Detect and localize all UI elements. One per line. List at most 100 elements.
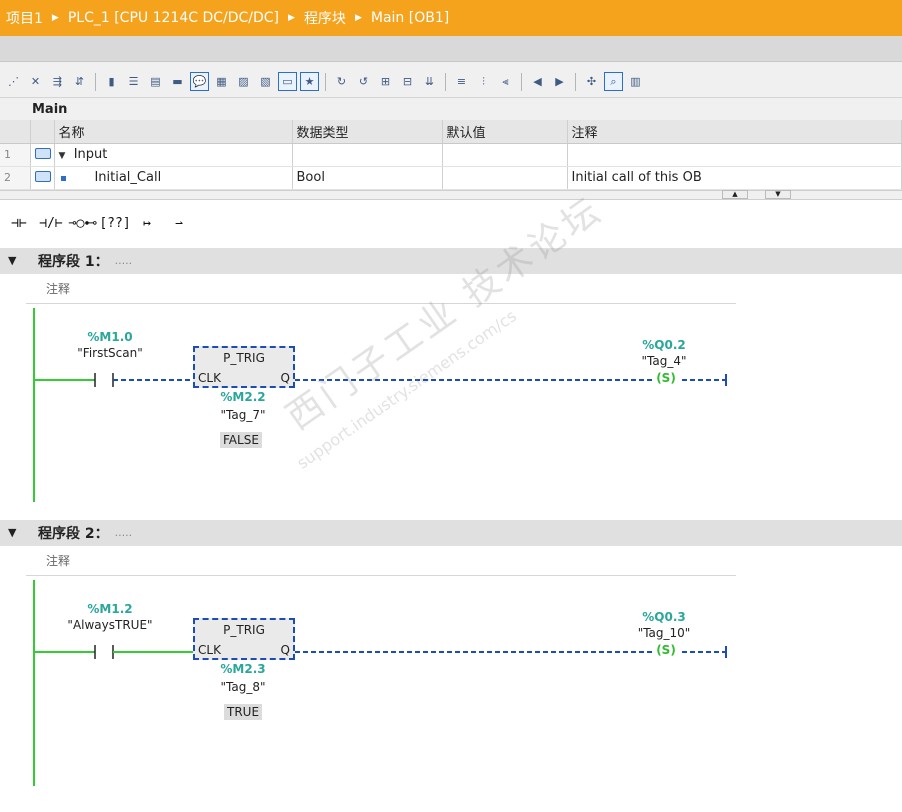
set-coil-icon[interactable]: (S): [648, 371, 684, 385]
row-type[interactable]: [292, 143, 443, 167]
collapse-triangle-icon[interactable]: ▼: [0, 526, 38, 539]
row-number: 1: [0, 143, 31, 167]
box-input-label: CLK: [198, 642, 221, 657]
go-to-icon[interactable]: ⊟: [398, 72, 417, 91]
table-row[interactable]: 1 ▼ Input: [0, 143, 902, 167]
network-2-title: 程序段 2：: [38, 525, 109, 542]
insert-network-icon[interactable]: ⇶: [48, 72, 67, 91]
expand-all-icon[interactable]: ☰: [124, 72, 143, 91]
symbol-icon[interactable]: ↻: [332, 72, 351, 91]
row-type[interactable]: Bool: [292, 166, 443, 190]
jump-icon[interactable]: ⇊: [420, 72, 439, 91]
column-comment[interactable]: 注释: [567, 120, 902, 144]
nc-contact-icon[interactable]: ⊣/⊢: [36, 209, 66, 239]
insert-row-icon[interactable]: ⋰: [4, 72, 23, 91]
close-branch-icon[interactable]: ⇀: [164, 209, 194, 239]
delete-row-icon[interactable]: ✕: [26, 72, 45, 91]
network-2-body: %M1.2 "AlwaysTRUE" P_TRIG CLK Q %M2.3 "T…: [0, 576, 902, 792]
block-interface-table: 名称 数据类型 默认值 注释 1 ▼ Input 2 Initial_Call …: [0, 120, 902, 190]
column-data-type[interactable]: 数据类型: [292, 120, 443, 144]
breadcrumb-project[interactable]: 项目1: [6, 8, 43, 28]
splitter-up-icon[interactable]: ▲: [722, 189, 748, 199]
monitor-value-icon[interactable]: ⫷: [496, 72, 515, 91]
upload-icon[interactable]: ▧: [256, 72, 275, 91]
p-trig-box[interactable]: P_TRIG CLK Q: [193, 617, 295, 660]
row-name: Input: [73, 147, 108, 162]
interface-input-icon: [34, 148, 51, 159]
move-icon[interactable]: ▮: [102, 72, 121, 91]
set-coil-icon[interactable]: (S): [648, 643, 684, 657]
table-row[interactable]: 2 Initial_Call Bool Initial call of this…: [0, 166, 902, 190]
collapse-triangle-icon[interactable]: ▼: [0, 254, 38, 267]
collapse-triangle-icon[interactable]: ▼: [59, 151, 66, 161]
splitter[interactable]: ▲ ▼: [0, 189, 902, 200]
interface-input-icon: [34, 171, 51, 182]
watch-on-icon[interactable]: ⫶: [474, 72, 493, 91]
contact-symbol[interactable]: "FirstScan": [60, 346, 160, 360]
network-1-header[interactable]: ▼ 程序段 1： .....: [0, 247, 902, 274]
column-default[interactable]: 默认值: [442, 120, 568, 144]
box-address: %M2.3: [220, 661, 266, 676]
extension-icon[interactable]: ✣: [582, 72, 601, 91]
coil-label: S: [661, 370, 671, 385]
row-comment[interactable]: Initial call of this OB: [567, 166, 902, 190]
column-name[interactable]: 名称: [54, 120, 293, 144]
absolute-address-icon[interactable]: ▬: [168, 72, 187, 91]
lad-instruction-bar: ⊣⊢ ⊣/⊢ ⊸◯⊷ [??] ↦ ⇀: [0, 199, 902, 248]
network-comment-icon[interactable]: ▭: [278, 72, 297, 91]
network-2-title-dots: .....: [114, 526, 133, 539]
collapse-all-icon[interactable]: ▤: [146, 72, 165, 91]
box-symbol[interactable]: "Tag_8": [203, 680, 283, 694]
go-forward-icon[interactable]: ▶: [550, 72, 569, 91]
box-address: %M2.2: [220, 389, 266, 404]
open-branch-icon[interactable]: ↦: [132, 209, 162, 239]
chevron-right-icon: ▶: [354, 13, 362, 23]
splitter-down-icon[interactable]: ▼: [765, 189, 791, 199]
compare-icon[interactable]: ⊞: [376, 72, 395, 91]
box-name: P_TRIG: [223, 622, 265, 637]
row-default[interactable]: [442, 143, 568, 167]
coil-symbol[interactable]: "Tag_4": [624, 354, 704, 368]
coil-symbol[interactable]: "Tag_10": [624, 626, 704, 640]
go-back-icon[interactable]: ◀: [528, 72, 547, 91]
row-number: 2: [0, 166, 31, 190]
chevron-right-icon: ▶: [51, 13, 59, 23]
no-contact-icon[interactable]: ⊣⊢: [4, 209, 34, 239]
favorites-icon[interactable]: ▦: [212, 72, 231, 91]
network-1-comment[interactable]: 注释: [26, 274, 736, 304]
box-symbol[interactable]: "Tag_7": [203, 408, 283, 422]
comment-icon[interactable]: 💬: [190, 72, 209, 91]
box-input-label: CLK: [198, 370, 221, 385]
monitor-icon[interactable]: ↺: [354, 72, 373, 91]
network-2-comment[interactable]: 注释: [26, 546, 736, 576]
toolbar-separator: [325, 72, 326, 91]
contact-address: %M1.2: [87, 601, 133, 616]
download-icon[interactable]: ▨: [234, 72, 253, 91]
delete-network-icon[interactable]: ⇵: [70, 72, 89, 91]
breadcrumb-program-blocks[interactable]: 程序块: [304, 8, 346, 28]
row-comment[interactable]: [567, 143, 902, 167]
coil-label: S: [661, 642, 671, 657]
monitoring-on-off-icon[interactable]: ⌕: [604, 72, 623, 91]
network-1-title: 程序段 1：: [38, 253, 109, 270]
breadcrumb-main[interactable]: Main [OB1]: [371, 10, 449, 26]
empty-box-icon[interactable]: [??]: [99, 209, 130, 239]
p-trig-box[interactable]: P_TRIG CLK Q: [193, 345, 295, 388]
row-default[interactable]: [442, 166, 568, 190]
network-1-title-dots: .....: [114, 254, 133, 267]
tab-strip: [0, 36, 902, 62]
table-header-row: 名称 数据类型 默认值 注释: [0, 120, 902, 144]
breadcrumb-plc[interactable]: PLC_1 [CPU 1214C DC/DC/DC]: [68, 10, 279, 26]
editor-toolbar: ⋰ ✕ ⇶ ⇵ ▮ ☰ ▤ ▬ 💬 ▦ ▨ ▧ ▭ ★ ↻ ↺ ⊞ ⊟ ⇊ ≡ …: [0, 66, 902, 98]
toolbar-separator: [445, 72, 446, 91]
cross-ref-icon[interactable]: ≡: [452, 72, 471, 91]
coil-icon[interactable]: ⊸◯⊷: [68, 209, 98, 239]
single-step-icon[interactable]: ★: [300, 72, 319, 91]
network-2-header[interactable]: ▼ 程序段 2： .....: [0, 519, 902, 546]
db-icon[interactable]: ▥: [626, 72, 645, 91]
contact-symbol[interactable]: "AlwaysTRUE": [50, 618, 170, 632]
toolbar-separator: [575, 72, 576, 91]
row-name: Initial_Call: [94, 170, 162, 185]
network-1-body: %M1.0 "FirstScan" P_TRIG CLK Q %M2.2 "Ta…: [0, 304, 902, 520]
bool-bullet-icon: [60, 176, 66, 181]
